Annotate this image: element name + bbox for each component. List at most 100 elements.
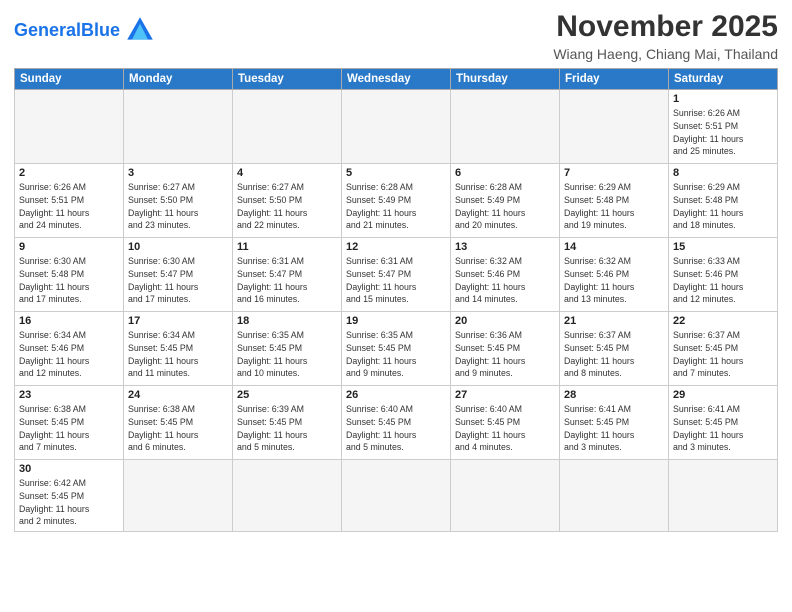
day-number: 3 (128, 167, 228, 179)
week-row-5: 30 Sunrise: 6:42 AMSunset: 5:45 PMDayligh… (15, 460, 778, 532)
day-cell (15, 90, 124, 164)
day-info: Sunrise: 6:41 AMSunset: 5:45 PMDaylight:… (673, 403, 773, 454)
day-cell: 4 Sunrise: 6:27 AMSunset: 5:50 PMDaylight… (233, 164, 342, 238)
day-info: Sunrise: 6:37 AMSunset: 5:45 PMDaylight:… (673, 329, 773, 380)
day-number: 7 (564, 167, 664, 179)
day-info: Sunrise: 6:34 AMSunset: 5:45 PMDaylight:… (128, 329, 228, 380)
day-cell: 2 Sunrise: 6:26 AMSunset: 5:51 PMDaylight… (15, 164, 124, 238)
day-cell: 19Sunrise: 6:35 AMSunset: 5:45 PMDayligh… (342, 312, 451, 386)
day-cell: 6Sunrise: 6:28 AMSunset: 5:49 PMDaylight… (451, 164, 560, 238)
day-info: Sunrise: 6:26 AMSunset: 5:51 PMDaylight:… (673, 107, 773, 158)
day-info: Sunrise: 6:29 AMSunset: 5:48 PMDaylight:… (564, 181, 664, 232)
day-cell: 13Sunrise: 6:32 AMSunset: 5:46 PMDayligh… (451, 238, 560, 312)
day-info: Sunrise: 6:31 AMSunset: 5:47 PMDaylight:… (346, 255, 446, 306)
day-cell (342, 460, 451, 532)
day-cell: 27 Sunrise: 6:40 AMSunset: 5:45 PMDayligh… (451, 386, 560, 460)
weekday-header-tuesday: Tuesday (233, 69, 342, 90)
weekday-header-row: SundayMondayTuesdayWednesdayThursdayFrid… (15, 69, 778, 90)
day-number: 12 (346, 241, 446, 253)
day-cell: 9Sunrise: 6:30 AMSunset: 5:48 PMDaylight… (15, 238, 124, 312)
day-info: Sunrise: 6:28 AMSunset: 5:49 PMDaylight:… (346, 181, 446, 232)
logo-icon (124, 14, 156, 46)
day-cell (560, 460, 669, 532)
month-title: November 2025 (553, 10, 778, 44)
title-block: November 2025 Wiang Haeng, Chiang Mai, T… (553, 10, 778, 62)
day-number: 16 (19, 315, 119, 327)
day-info: Sunrise: 6:36 AMSunset: 5:45 PMDaylight:… (455, 329, 555, 380)
calendar-table: SundayMondayTuesdayWednesdayThursdayFrid… (14, 68, 778, 532)
day-info: Sunrise: 6:38 AMSunset: 5:45 PMDaylight:… (19, 403, 119, 454)
day-cell: 8Sunrise: 6:29 AMSunset: 5:48 PMDaylight… (669, 164, 778, 238)
day-info: Sunrise: 6:30 AMSunset: 5:47 PMDaylight:… (128, 255, 228, 306)
page: GeneralBlue November 2025 Wiang Haeng, C… (0, 0, 792, 612)
weekday-header-thursday: Thursday (451, 69, 560, 90)
day-number: 17 (128, 315, 228, 327)
day-number: 14 (564, 241, 664, 253)
logo: GeneralBlue (14, 14, 156, 46)
day-number: 29 (673, 389, 773, 401)
day-info: Sunrise: 6:38 AMSunset: 5:45 PMDaylight:… (128, 403, 228, 454)
logo-blue-text: Blue (81, 20, 120, 40)
day-cell: 25 Sunrise: 6:39 AMSunset: 5:45 PMDayligh… (233, 386, 342, 460)
location-title: Wiang Haeng, Chiang Mai, Thailand (553, 46, 778, 62)
day-info: Sunrise: 6:35 AMSunset: 5:45 PMDaylight:… (237, 329, 337, 380)
day-cell: 21 Sunrise: 6:37 AMSunset: 5:45 PMDayligh… (560, 312, 669, 386)
day-cell (451, 460, 560, 532)
week-row-0: 1Sunrise: 6:26 AMSunset: 5:51 PMDaylight… (15, 90, 778, 164)
logo-general: General (14, 20, 81, 40)
day-cell: 18 Sunrise: 6:35 AMSunset: 5:45 PMDayligh… (233, 312, 342, 386)
day-number: 13 (455, 241, 555, 253)
day-cell: 15 Sunrise: 6:33 AMSunset: 5:46 PMDayligh… (669, 238, 778, 312)
day-cell (233, 460, 342, 532)
day-number: 18 (237, 315, 337, 327)
day-info: Sunrise: 6:39 AMSunset: 5:45 PMDaylight:… (237, 403, 337, 454)
day-number: 15 (673, 241, 773, 253)
day-cell: 14Sunrise: 6:32 AMSunset: 5:46 PMDayligh… (560, 238, 669, 312)
week-row-4: 23 Sunrise: 6:38 AMSunset: 5:45 PMDayligh… (15, 386, 778, 460)
day-info: Sunrise: 6:34 AMSunset: 5:46 PMDaylight:… (19, 329, 119, 380)
week-row-1: 2 Sunrise: 6:26 AMSunset: 5:51 PMDaylight… (15, 164, 778, 238)
day-number: 2 (19, 167, 119, 179)
day-number: 6 (455, 167, 555, 179)
day-info: Sunrise: 6:40 AMSunset: 5:45 PMDaylight:… (455, 403, 555, 454)
day-number: 21 (564, 315, 664, 327)
day-cell (560, 90, 669, 164)
day-info: Sunrise: 6:40 AMSunset: 5:45 PMDaylight:… (346, 403, 446, 454)
day-info: Sunrise: 6:30 AMSunset: 5:48 PMDaylight:… (19, 255, 119, 306)
weekday-header-saturday: Saturday (669, 69, 778, 90)
day-info: Sunrise: 6:31 AMSunset: 5:47 PMDaylight:… (237, 255, 337, 306)
day-number: 28 (564, 389, 664, 401)
day-info: Sunrise: 6:37 AMSunset: 5:45 PMDaylight:… (564, 329, 664, 380)
day-cell (451, 90, 560, 164)
day-cell (669, 460, 778, 532)
logo-text: GeneralBlue (14, 21, 120, 39)
day-number: 20 (455, 315, 555, 327)
weekday-header-wednesday: Wednesday (342, 69, 451, 90)
day-cell: 23 Sunrise: 6:38 AMSunset: 5:45 PMDayligh… (15, 386, 124, 460)
day-info: Sunrise: 6:42 AMSunset: 5:45 PMDaylight:… (19, 477, 119, 528)
header: GeneralBlue November 2025 Wiang Haeng, C… (14, 10, 778, 62)
day-number: 27 (455, 389, 555, 401)
day-number: 23 (19, 389, 119, 401)
weekday-header-sunday: Sunday (15, 69, 124, 90)
day-cell: 1Sunrise: 6:26 AMSunset: 5:51 PMDaylight… (669, 90, 778, 164)
day-number: 25 (237, 389, 337, 401)
day-cell: 10Sunrise: 6:30 AMSunset: 5:47 PMDayligh… (124, 238, 233, 312)
weekday-header-friday: Friday (560, 69, 669, 90)
day-number: 11 (237, 241, 337, 253)
day-cell: 20 Sunrise: 6:36 AMSunset: 5:45 PMDayligh… (451, 312, 560, 386)
day-cell (124, 90, 233, 164)
day-number: 19 (346, 315, 446, 327)
day-info: Sunrise: 6:27 AMSunset: 5:50 PMDaylight:… (237, 181, 337, 232)
week-row-3: 16 Sunrise: 6:34 AMSunset: 5:46 PMDayligh… (15, 312, 778, 386)
day-info: Sunrise: 6:26 AMSunset: 5:51 PMDaylight:… (19, 181, 119, 232)
day-number: 30 (19, 463, 119, 475)
day-cell (124, 460, 233, 532)
day-number: 4 (237, 167, 337, 179)
day-info: Sunrise: 6:29 AMSunset: 5:48 PMDaylight:… (673, 181, 773, 232)
day-number: 26 (346, 389, 446, 401)
day-cell: 11 Sunrise: 6:31 AMSunset: 5:47 PMDayligh… (233, 238, 342, 312)
week-row-2: 9Sunrise: 6:30 AMSunset: 5:48 PMDaylight… (15, 238, 778, 312)
day-cell (342, 90, 451, 164)
day-info: Sunrise: 6:33 AMSunset: 5:46 PMDaylight:… (673, 255, 773, 306)
